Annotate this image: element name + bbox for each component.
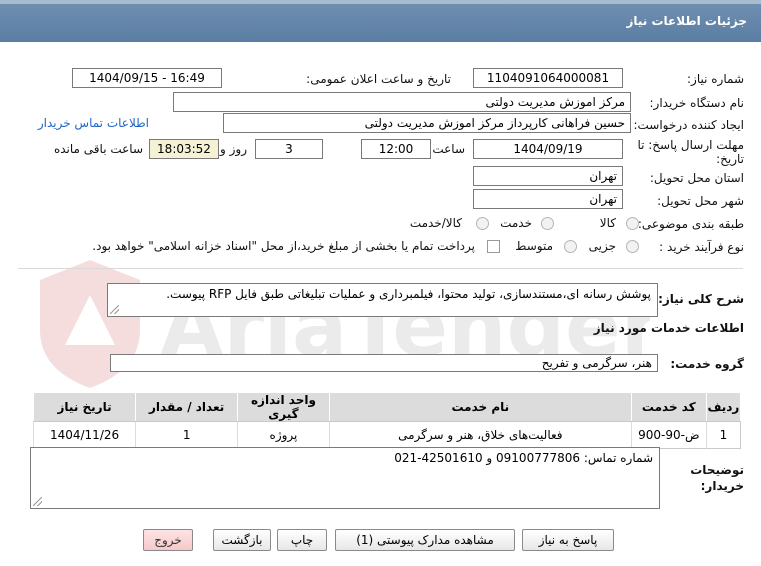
services-table: ردیف کد خدمت نام خدمت واحد اندازه گیری ت… [32,392,742,449]
buyer-notes-label: توضیحات [690,463,744,477]
category-radio-service[interactable] [541,217,554,230]
resize-grip-icon[interactable] [110,305,119,314]
purchase-option-medium: متوسط [515,239,553,253]
cell-service-code: ض-90-900 [630,421,707,449]
deadline-date-field: 1404/09/19 [473,139,623,159]
buyer-org-field: مرکز اموزش مدیریت دولتی [173,92,631,112]
buyer-contact-link[interactable]: اطلاعات تماس خریدار [38,116,149,130]
col-header-unit: واحد اندازه گیری [237,392,330,422]
remaining-time-field: 18:03:52 [149,139,219,159]
purchase-option-minor: جزیی [588,239,616,253]
province-field: تهران [473,166,623,186]
category-radio-goods-service[interactable] [476,217,489,230]
treasury-note: پرداخت تمام یا بخشی از مبلغ خرید،از محل … [92,239,475,253]
purchase-type-label: نوع فرآیند خرید : [659,240,744,254]
col-header-quantity: تعداد / مقدار [135,392,239,422]
cell-quantity: 1 [135,421,238,449]
category-radio-goods[interactable] [626,217,639,230]
back-button[interactable]: بازگشت [213,529,271,551]
buyer-org-label: نام دستگاه خریدار: [649,96,745,110]
section-divider [18,268,743,269]
deadline-date-label: تاریخ: [716,152,744,166]
city-field: تهران [473,189,623,209]
announce-label: تاریخ و ساعت اعلان عمومی: [306,72,451,86]
cell-service-name: فعالیت‌های خلاق، هنر و سرگرمی [328,421,632,449]
buyer-notes-label-2: خریدار: [700,479,744,493]
col-header-need-date: تاریخ نیاز [32,392,137,422]
need-number-field: 1104091064000081 [473,68,623,88]
description-text: پوشش رسانه ای،مستندسازی، تولید محتوا، فی… [166,287,651,301]
service-group-label: گروه خدمت: [670,357,744,371]
col-header-row-num: ردیف [705,392,742,422]
cell-need-date: 1404/11/26 [32,421,136,449]
description-textarea[interactable]: پوشش رسانه ای،مستندسازی، تولید محتوا، فی… [107,283,658,317]
purchase-radio-medium[interactable] [564,240,577,253]
col-header-service-name: نام خدمت [328,392,632,422]
reply-button[interactable]: پاسخ به نیاز [522,529,614,551]
resize-grip-icon[interactable] [33,497,42,506]
page-header: جزئیات اطلاعات نیاز [0,0,761,42]
cell-unit: پروژه [237,421,330,449]
city-label: شهر محل تحویل: [657,194,744,208]
table-header-row: ردیف کد خدمت نام خدمت واحد اندازه گیری ت… [32,392,742,422]
treasury-checkbox[interactable] [487,240,500,253]
cell-row-num: 1 [705,421,741,449]
category-label: طبقه بندی موضوعی: [637,217,744,231]
exit-button[interactable]: خروج [143,529,193,551]
announce-field: 1404/09/15 - 16:49 [72,68,222,88]
remaining-label: ساعت باقی مانده [53,142,143,156]
category-option-service: خدمت [500,216,532,230]
table-row: 1 ض-90-900 فعالیت‌های خلاق، هنر و سرگرمی… [32,421,741,449]
category-option-goods-service: کالا/خدمت [409,216,462,230]
time-label: ساعت [432,142,465,156]
service-group-field: هنر، سرگرمی و تفریح [110,354,658,372]
print-button[interactable]: چاپ [277,529,327,551]
buyer-notes-textarea[interactable]: شماره تماس: 09100777806 و 42501610-021 [30,447,660,509]
col-header-service-code: کد خدمت [630,392,707,422]
province-label: استان محل تحویل: [649,171,744,185]
services-section-title: اطلاعات خدمات مورد نیاز [593,321,744,335]
purchase-radio-minor[interactable] [626,240,639,253]
description-label: شرح کلی نیاز: [658,292,744,306]
deadline-time-field: 12:00 [361,139,431,159]
creator-label: ایجاد کننده درخواست: [633,118,744,132]
days-field: 3 [255,139,323,159]
buyer-notes-text: شماره تماس: 09100777806 و 42501610-021 [394,451,653,465]
need-number-label: شماره نیاز: [687,72,744,86]
view-attachments-button[interactable]: مشاهده مدارک پیوستی (1) [335,529,515,551]
page-title: جزئیات اطلاعات نیاز [626,14,747,28]
creator-field: حسین فراهانی کارپرداز مرکز اموزش مدیریت … [223,113,631,133]
category-option-goods: کالا [599,216,616,230]
deadline-label: مهلت ارسال پاسخ: تا [637,138,744,152]
days-label: روز و [220,142,247,156]
